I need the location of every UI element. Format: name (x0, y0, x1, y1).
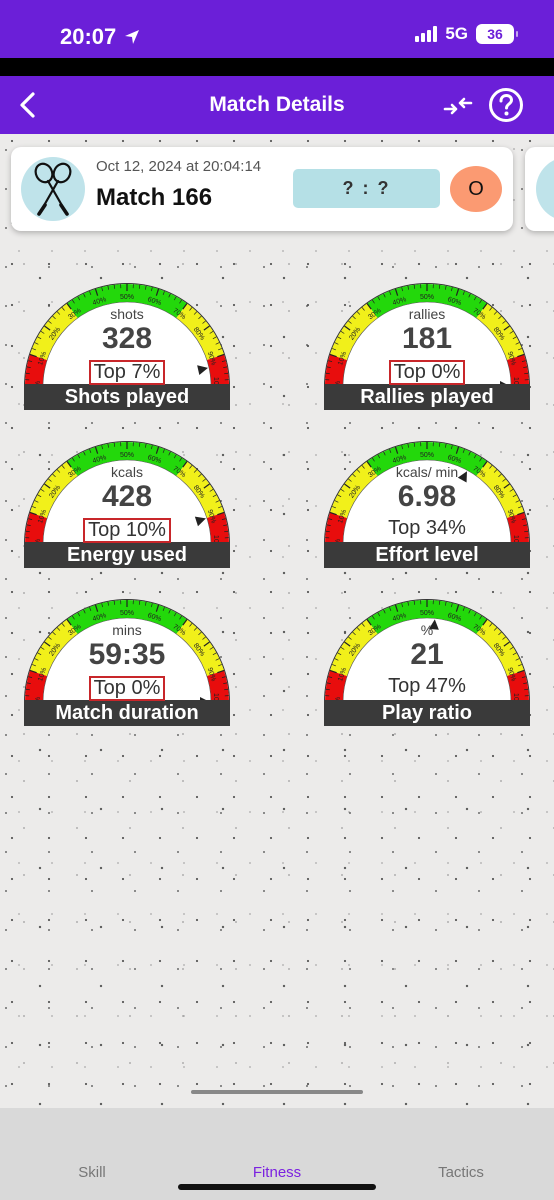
gauge-rank-wrap: Top 47% (324, 676, 530, 697)
gauge-value: 59:35 (88, 638, 166, 671)
gauge-tick (113, 600, 116, 605)
gauge-tick (438, 284, 441, 289)
gauge-unit: kcals (111, 464, 143, 480)
gauge-rank-wrap: Top 10% (24, 518, 230, 543)
compare-button[interactable] (442, 90, 474, 122)
status-time: 20:07 (60, 24, 140, 50)
gauge-unit: % (420, 622, 434, 638)
gauge-tick-label: 50% (120, 452, 134, 459)
match-card[interactable]: Oct 12, 2024 at 20:04:14 Match 166 ? : ?… (11, 147, 513, 231)
compare-arrows-icon (443, 97, 473, 115)
crossed-rackets-icon (34, 162, 72, 216)
gauge-rank-wrap: Top 0% (24, 676, 230, 701)
gauge-rank: Top 0% (88, 676, 166, 701)
home-indicator (178, 1184, 376, 1190)
gauge-unit: shots (110, 306, 144, 322)
match-date: Oct 12, 2024 at 20:04:14 (96, 158, 262, 175)
gauge-unit: rallies (408, 306, 446, 322)
gauge-tick-label: 50% (120, 294, 134, 301)
gauge-shots-played[interactable]: 0%10%20%30%40%50%60%70%80%90%100%shots32… (24, 274, 230, 410)
gauge-rank: Top 0% (388, 360, 466, 385)
next-match-card[interactable] (525, 147, 554, 231)
network-type: 5G (445, 24, 468, 43)
gauge-rallies-played[interactable]: 0%10%20%30%40%50%60%70%80%90%100%rallies… (324, 274, 530, 410)
gauge-tick (113, 442, 116, 447)
gauge-tick (138, 442, 141, 447)
match-name: Match 166 (96, 184, 213, 211)
status-indicators: 5G 36 (415, 24, 518, 44)
gauge-rank: Top 7% (88, 360, 166, 385)
help-circle-icon (489, 88, 523, 122)
gauge-tick-label: 50% (120, 610, 134, 617)
scroll-indicator (191, 1090, 363, 1094)
gauge-label: Match duration (55, 702, 199, 724)
gauge-label: Shots played (64, 386, 190, 408)
gauge-tick (438, 442, 441, 447)
gauge-label: Play ratio (381, 702, 473, 724)
gauge-rank: Top 47% (388, 675, 466, 697)
match-result-badge: O (450, 166, 502, 212)
match-score: ? : ? (293, 169, 440, 208)
gauge-tick (413, 442, 416, 447)
gauge-rank-wrap: Top 7% (24, 360, 230, 385)
gauge-effort-level[interactable]: 0%10%20%30%40%50%60%70%80%90%100%kcals/ … (324, 432, 530, 568)
gauge-value: 6.98 (397, 480, 457, 513)
tab-tactics[interactable]: Tactics (401, 1164, 521, 1181)
gauge-value: 21 (410, 638, 444, 671)
gauge-tick (438, 600, 441, 605)
gauge-tick (138, 600, 141, 605)
gauge-play-ratio[interactable]: 0%10%20%30%40%50%60%70%80%90%100%%21Top … (324, 590, 530, 726)
gauge-tick-label: 50% (420, 610, 434, 617)
signal-icon (415, 26, 438, 42)
gauge-label: Energy used (66, 544, 188, 566)
tab-fitness[interactable]: Fitness (217, 1164, 337, 1181)
location-arrow-icon (125, 30, 140, 44)
gauge-unit: mins (112, 622, 142, 638)
gauge-energy-used[interactable]: 0%10%20%30%40%50%60%70%80%90%100%kcals42… (24, 432, 230, 568)
gauge-tick (413, 284, 416, 289)
tab-skill[interactable]: Skill (32, 1164, 152, 1181)
match-avatar (21, 157, 85, 221)
next-match-avatar (536, 157, 554, 221)
header-divider (0, 58, 554, 76)
help-button[interactable] (488, 87, 524, 123)
status-bar: 20:07 5G 36 (0, 0, 554, 58)
gauge-tick (113, 284, 116, 289)
gauge-tick (138, 284, 141, 289)
battery-icon: 36 (476, 24, 518, 44)
status-time-text: 20:07 (60, 24, 117, 49)
battery-level: 36 (487, 26, 503, 42)
gauge-label: Rallies played (360, 386, 494, 408)
gauge-rank: Top 10% (83, 518, 171, 543)
nav-bar: Match Details (0, 76, 554, 134)
gauge-tick (413, 600, 416, 605)
gauge-value: 181 (401, 322, 453, 355)
gauge-value: 428 (101, 480, 153, 513)
gauge-value: 328 (101, 322, 153, 355)
gauge-tick-label: 50% (420, 452, 434, 459)
gauge-unit: kcals/ min (395, 464, 459, 480)
gauge-tick-label: 50% (420, 294, 434, 301)
gauge-match-duration[interactable]: 0%10%20%30%40%50%60%70%80%90%100%mins59:… (24, 590, 230, 726)
gauge-label: Effort level (375, 544, 479, 566)
gauge-rank-wrap: Top 34% (324, 518, 530, 539)
gauge-rank: Top 34% (388, 517, 466, 539)
gauge-rank-wrap: Top 0% (324, 360, 530, 385)
